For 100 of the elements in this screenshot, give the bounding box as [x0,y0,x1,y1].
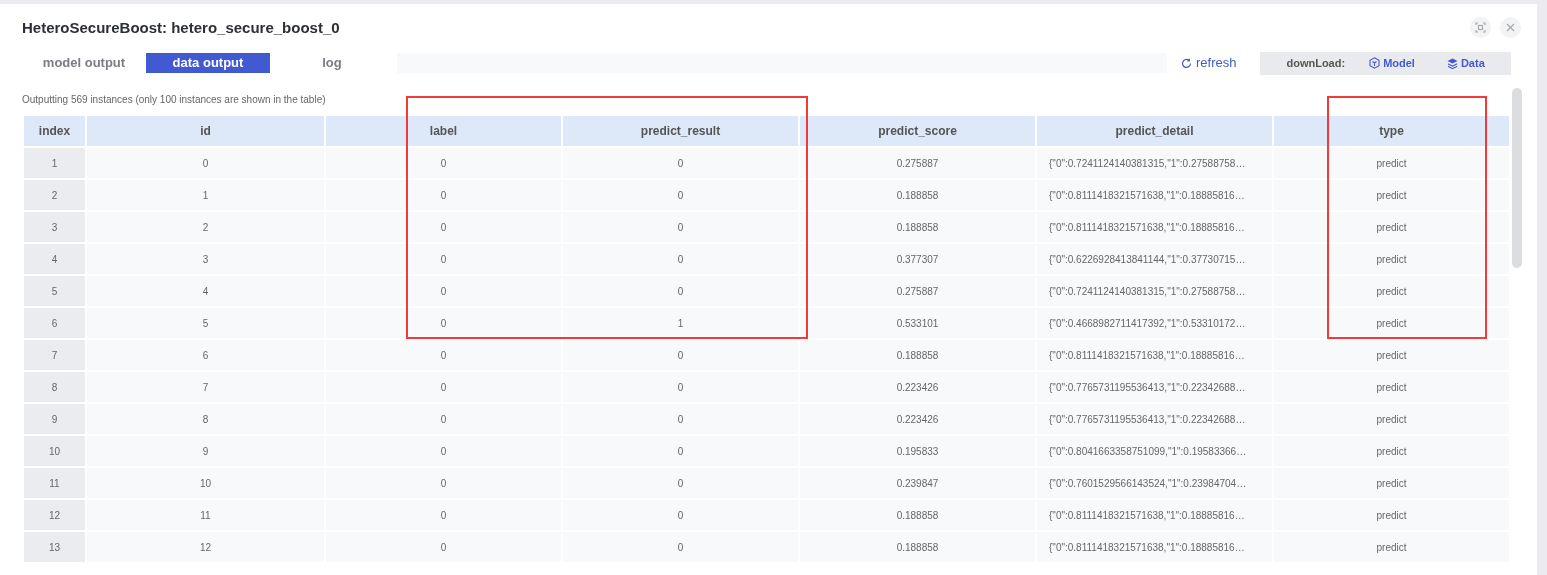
row-index-cell: 5 [24,276,85,306]
table-cell: 0 [326,308,561,338]
table-cell: 0.377307 [800,244,1035,274]
row-index-cell: 4 [24,244,85,274]
table-cell: predict [1274,308,1509,338]
table-cell: {"0":0.8111418321571638,"1":0.18885816… [1037,340,1272,370]
table-cell: 9 [87,436,324,466]
row-index-cell: 7 [24,340,85,370]
table-cell: 0.275887 [800,148,1035,178]
table-cell: predict [1274,340,1509,370]
table-cell: {"0":0.7765731195536413,"1":0.22342688… [1037,372,1272,402]
download-label: downLoad: [1286,55,1346,71]
table-cell: 5 [87,308,324,338]
table-cell: {"0":0.8111418321571638,"1":0.18885816… [1037,180,1272,210]
table-cell: {"0":0.8111418321571638,"1":0.18885816… [1037,500,1272,530]
table-cell: 10 [87,468,324,498]
table-cell: predict [1274,180,1509,210]
column-header[interactable]: predict_result [563,116,798,146]
table-cell: 0.188858 [800,340,1035,370]
table-cell: 0 [563,532,798,562]
table-cell: 0.188858 [800,500,1035,530]
table-cell: 0.533101 [800,308,1035,338]
table-cell: 8 [87,404,324,434]
refresh-icon [1181,57,1192,69]
window-title: HeteroSecureBoost: hetero_secure_boost_0 [22,18,340,37]
table-cell: 0 [326,468,561,498]
layers-icon [1446,57,1458,69]
table-cell: 7 [87,372,324,402]
table-cell: 0 [326,404,561,434]
table-cell: 0 [87,148,324,178]
table-cell: 3 [87,244,324,274]
table-cell: 0.223426 [800,404,1035,434]
table-cell: predict [1274,244,1509,274]
fullscreen-icon[interactable] [1470,17,1491,38]
tab[interactable]: data output [146,53,270,73]
table-cell: 0.188858 [800,212,1035,242]
table-cell: 0.275887 [800,276,1035,306]
close-icon[interactable] [1500,17,1521,38]
table-cell: 4 [87,276,324,306]
table-cell: predict [1274,372,1509,402]
table-cell: 0 [326,148,561,178]
refresh-button[interactable]: refresh [1181,53,1237,73]
table-cell: 1 [563,308,798,338]
cube-icon [1369,57,1381,69]
table-cell: predict [1274,404,1509,434]
column-header[interactable]: predict_score [800,116,1035,146]
column-header[interactable]: predict_detail [1037,116,1272,146]
table-cell: {"0":0.8041663358751099,"1":0.19583366… [1037,436,1272,466]
table-cell: 12 [87,532,324,562]
table-cell: 0 [563,500,798,530]
scrollbar[interactable] [1512,88,1522,268]
column-header[interactable]: label [326,116,561,146]
table-cell: 0 [563,180,798,210]
table-cell: {"0":0.7765731195536413,"1":0.22342688… [1037,404,1272,434]
table-cell: 0.188858 [800,180,1035,210]
table-cell: {"0":0.7601529566143524,"1":0.23984704… [1037,468,1272,498]
table-cell: predict [1274,148,1509,178]
row-index-cell: 8 [24,372,85,402]
column-header[interactable]: id [87,116,324,146]
column-header[interactable]: index [24,116,85,146]
table-cell: 0 [326,436,561,466]
row-index-cell: 11 [24,468,85,498]
row-index-cell: 3 [24,212,85,242]
tab[interactable]: model output [22,53,146,73]
table-cell: 0 [563,340,798,370]
table-cell: 0 [563,404,798,434]
table-cell: 0 [326,340,561,370]
row-index-cell: 2 [24,180,85,210]
table-cell: 0 [326,276,561,306]
row-index-cell: 9 [24,404,85,434]
table-cell: 0 [563,244,798,274]
row-index-cell: 10 [24,436,85,466]
table-cell: 0.188858 [800,532,1035,562]
table-cell: predict [1274,500,1509,530]
tab[interactable]: log [270,53,394,73]
row-index-cell: 6 [24,308,85,338]
table-cell: {"0":0.7241124140381315,"1":0.27588758… [1037,276,1272,306]
table-cell: {"0":0.7241124140381315,"1":0.27588758… [1037,148,1272,178]
table-cell: predict [1274,532,1509,562]
table-cell: {"0":0.8111418321571638,"1":0.18885816… [1037,212,1272,242]
table-cell: 2 [87,212,324,242]
table-cell: 0.239847 [800,468,1035,498]
table-cell: {"0":0.6226928413841144,"1":0.37730715… [1037,244,1272,274]
column-header[interactable]: type [1274,116,1509,146]
summary-text: Outputting 569 instances (only 100 instances are shown in the table) [22,93,327,104]
table-cell: predict [1274,212,1509,242]
table-cell: 0 [326,244,561,274]
table-cell: 0 [563,436,798,466]
row-index-cell: 12 [24,500,85,530]
table-cell: 6 [87,340,324,370]
table-cell: 0 [326,372,561,402]
table-cell: 0 [563,212,798,242]
table-cell: 0.195833 [800,436,1035,466]
download-model-button[interactable]: Model [1369,54,1415,72]
table-cell: 0 [326,500,561,530]
table-cell: predict [1274,276,1509,306]
table-cell: 1 [87,180,324,210]
table-cell: 11 [87,500,324,530]
download-data-button[interactable]: Data [1446,54,1485,72]
table-cell: {"0":0.4668982711417392,"1":0.53310172… [1037,308,1272,338]
